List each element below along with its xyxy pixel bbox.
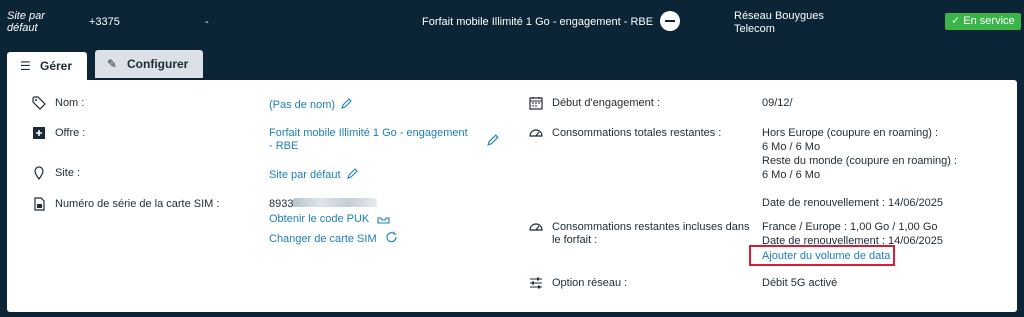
offer-label: Offre : (55, 127, 86, 139)
refresh-icon[interactable] (385, 231, 398, 244)
puk-link[interactable]: Obtenir le code PUK (269, 213, 369, 225)
engagement-value: 09/12/ (762, 97, 793, 109)
total-line-2: 6 Mo / 6 Mo (762, 141, 821, 153)
sliders-icon (529, 276, 543, 290)
header-phone: +3375 (89, 16, 120, 28)
plus-square-icon (32, 126, 46, 140)
location-icon (32, 166, 46, 180)
name-label: Nom : (55, 97, 85, 109)
total-line-3: Reste du monde (coupure en roaming) : (762, 155, 958, 167)
tab-gerer-label: Gérer (40, 59, 73, 73)
inbox-icon[interactable] (377, 211, 390, 224)
pencil-icon[interactable] (340, 97, 353, 110)
total-line-4: 6 Mo / 6 Mo (762, 169, 821, 181)
tag-icon (32, 96, 46, 110)
site-value[interactable]: Site par défaut (269, 169, 341, 181)
sim-redacted (293, 198, 378, 207)
tab-configurer-label: Configurer (127, 57, 189, 71)
change-sim-link[interactable]: Changer de carte SIM (269, 233, 377, 245)
site-label: Site : (55, 167, 81, 179)
header-site: Site par défaut (7, 10, 45, 34)
calendar-icon (529, 96, 543, 110)
network-option-value: Débit 5G activé (762, 277, 838, 289)
sim-label: Numéro de série de la carte SIM : (55, 198, 220, 210)
header-separator: - (205, 16, 209, 28)
gauge-icon (529, 126, 543, 140)
total-line-1: Hors Europe (coupure en roaming) : (762, 127, 939, 139)
collapse-button[interactable] (660, 11, 680, 31)
tab-configurer[interactable]: ✎ Configurer (95, 50, 203, 78)
total-renewal-date: Date de renouvellement : 14/06/2025 (762, 197, 944, 209)
sim-card-icon (32, 197, 46, 211)
total-consumption-label: Consommations totales restantes : (552, 127, 722, 139)
header-plan: Forfait mobile Illimité 1 Go - engagemen… (422, 16, 654, 28)
header-network: Réseau Bouygues Telecom (734, 10, 824, 35)
tab-gerer[interactable]: ☰ Gérer (7, 52, 87, 80)
footer-strip (0, 312, 1024, 317)
sliders-icon: ☰ (20, 59, 31, 73)
status-badge: ✓ En service (945, 13, 1021, 30)
wrench-icon: ✎ (107, 57, 118, 71)
name-value[interactable]: (Pas de nom) (269, 99, 335, 111)
network-option-label: Option réseau : (552, 277, 628, 289)
pencil-icon[interactable] (486, 133, 500, 147)
included-line-1: France / Europe : 1,00 Go / 1,00 Go (762, 221, 938, 233)
engagement-label: Début d'engagement : (552, 97, 660, 109)
pencil-icon[interactable] (346, 167, 359, 180)
offer-value[interactable]: Forfait mobile Illimité 1 Go - engagemen… (269, 127, 469, 153)
line-header: Site par défaut +3375 - Forfait mobile I… (0, 0, 1024, 46)
included-consumption-label: Consommations restantes incluses dans le… (552, 221, 750, 246)
add-data-link[interactable]: Ajouter du volume de data (762, 250, 890, 263)
gauge-icon (529, 220, 543, 234)
manage-panel (7, 80, 1017, 312)
sim-value: 8933 (269, 198, 294, 210)
